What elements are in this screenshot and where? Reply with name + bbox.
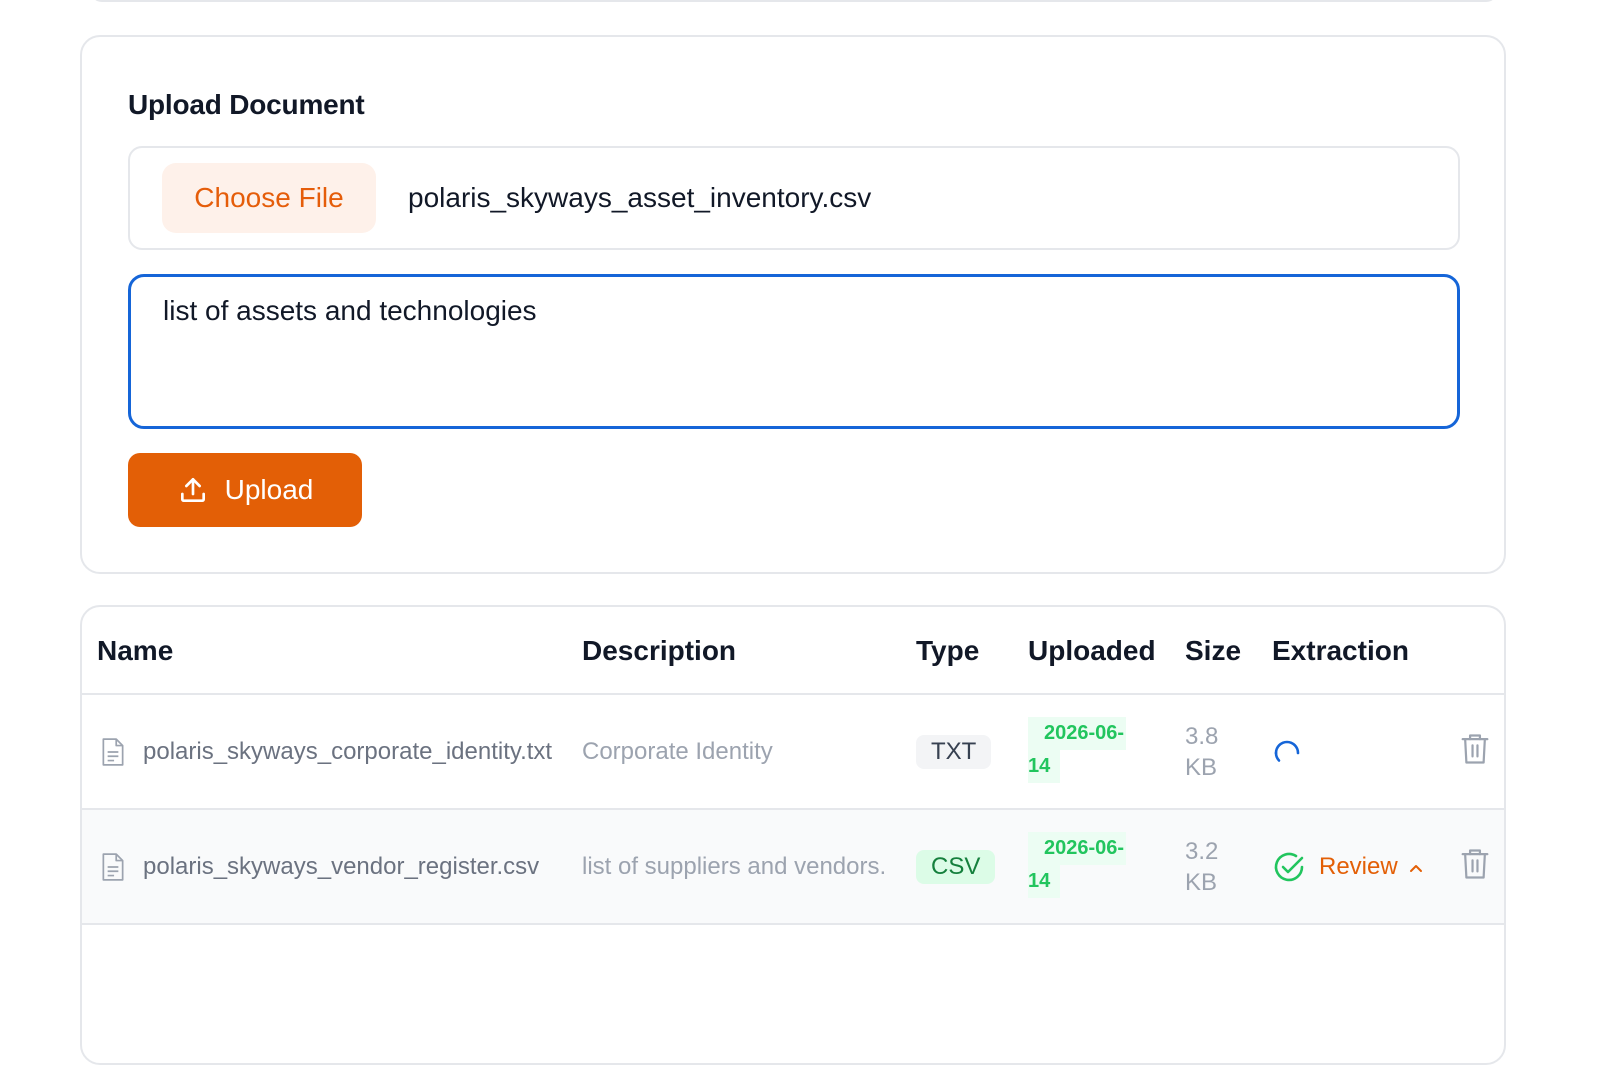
table-row[interactable]: polaris_skyways_corporate_identity.txt C… [82,695,1504,810]
review-button[interactable]: Review [1319,853,1398,881]
file-size: 3.2 KB [1185,838,1219,896]
row-description: list of suppliers and vendors. [582,853,887,880]
type-badge: TXT [916,735,992,769]
type-badge: CSV [916,850,996,884]
header-description[interactable]: Description [582,635,736,667]
table-header: Name Description Type Uploaded Size Extr… [82,607,1504,695]
upload-button[interactable]: Upload [128,453,362,527]
upload-document-card: Upload Document Choose File polaris_skyw… [80,35,1506,574]
header-name[interactable]: Name [97,635,173,667]
choose-file-button[interactable]: Choose File [162,163,376,233]
previous-card-edge [90,0,1498,2]
chevron-up-icon[interactable] [1408,860,1424,876]
row-description: Corporate Identity [582,738,773,765]
loading-spinner-icon [1274,740,1300,762]
header-uploaded[interactable]: Uploaded [1028,635,1156,667]
uploaded-date-badge: 2026-06- 14 [1028,832,1126,898]
check-circle-icon [1274,852,1304,882]
document-icon [102,738,124,766]
file-input[interactable]: Choose File polaris_skyways_asset_invent… [128,146,1460,250]
documents-table: Name Description Type Uploaded Size Extr… [80,605,1506,1065]
upload-button-label: Upload [224,474,314,505]
selected-file-name: polaris_skyways_asset_inventory.csv [408,182,872,213]
description-input[interactable]: list of assets and technologies [128,274,1460,429]
file-size: 3.8 KB [1185,723,1219,781]
row-file-name[interactable]: polaris_skyways_corporate_identity.txt [143,738,552,766]
document-icon [102,853,124,881]
upload-icon [180,478,205,502]
upload-title: Upload Document [128,89,365,120]
uploaded-date-badge: 2026-06- 14 [1028,717,1126,783]
header-size[interactable]: Size [1185,635,1241,667]
header-type[interactable]: Type [916,635,979,667]
table-row[interactable]: polaris_skyways_vendor_register.csv list… [82,810,1504,925]
trash-icon[interactable] [1460,848,1490,880]
trash-icon[interactable] [1460,733,1490,765]
header-extraction[interactable]: Extraction [1272,635,1409,667]
row-file-name[interactable]: polaris_skyways_vendor_register.csv [143,853,539,881]
